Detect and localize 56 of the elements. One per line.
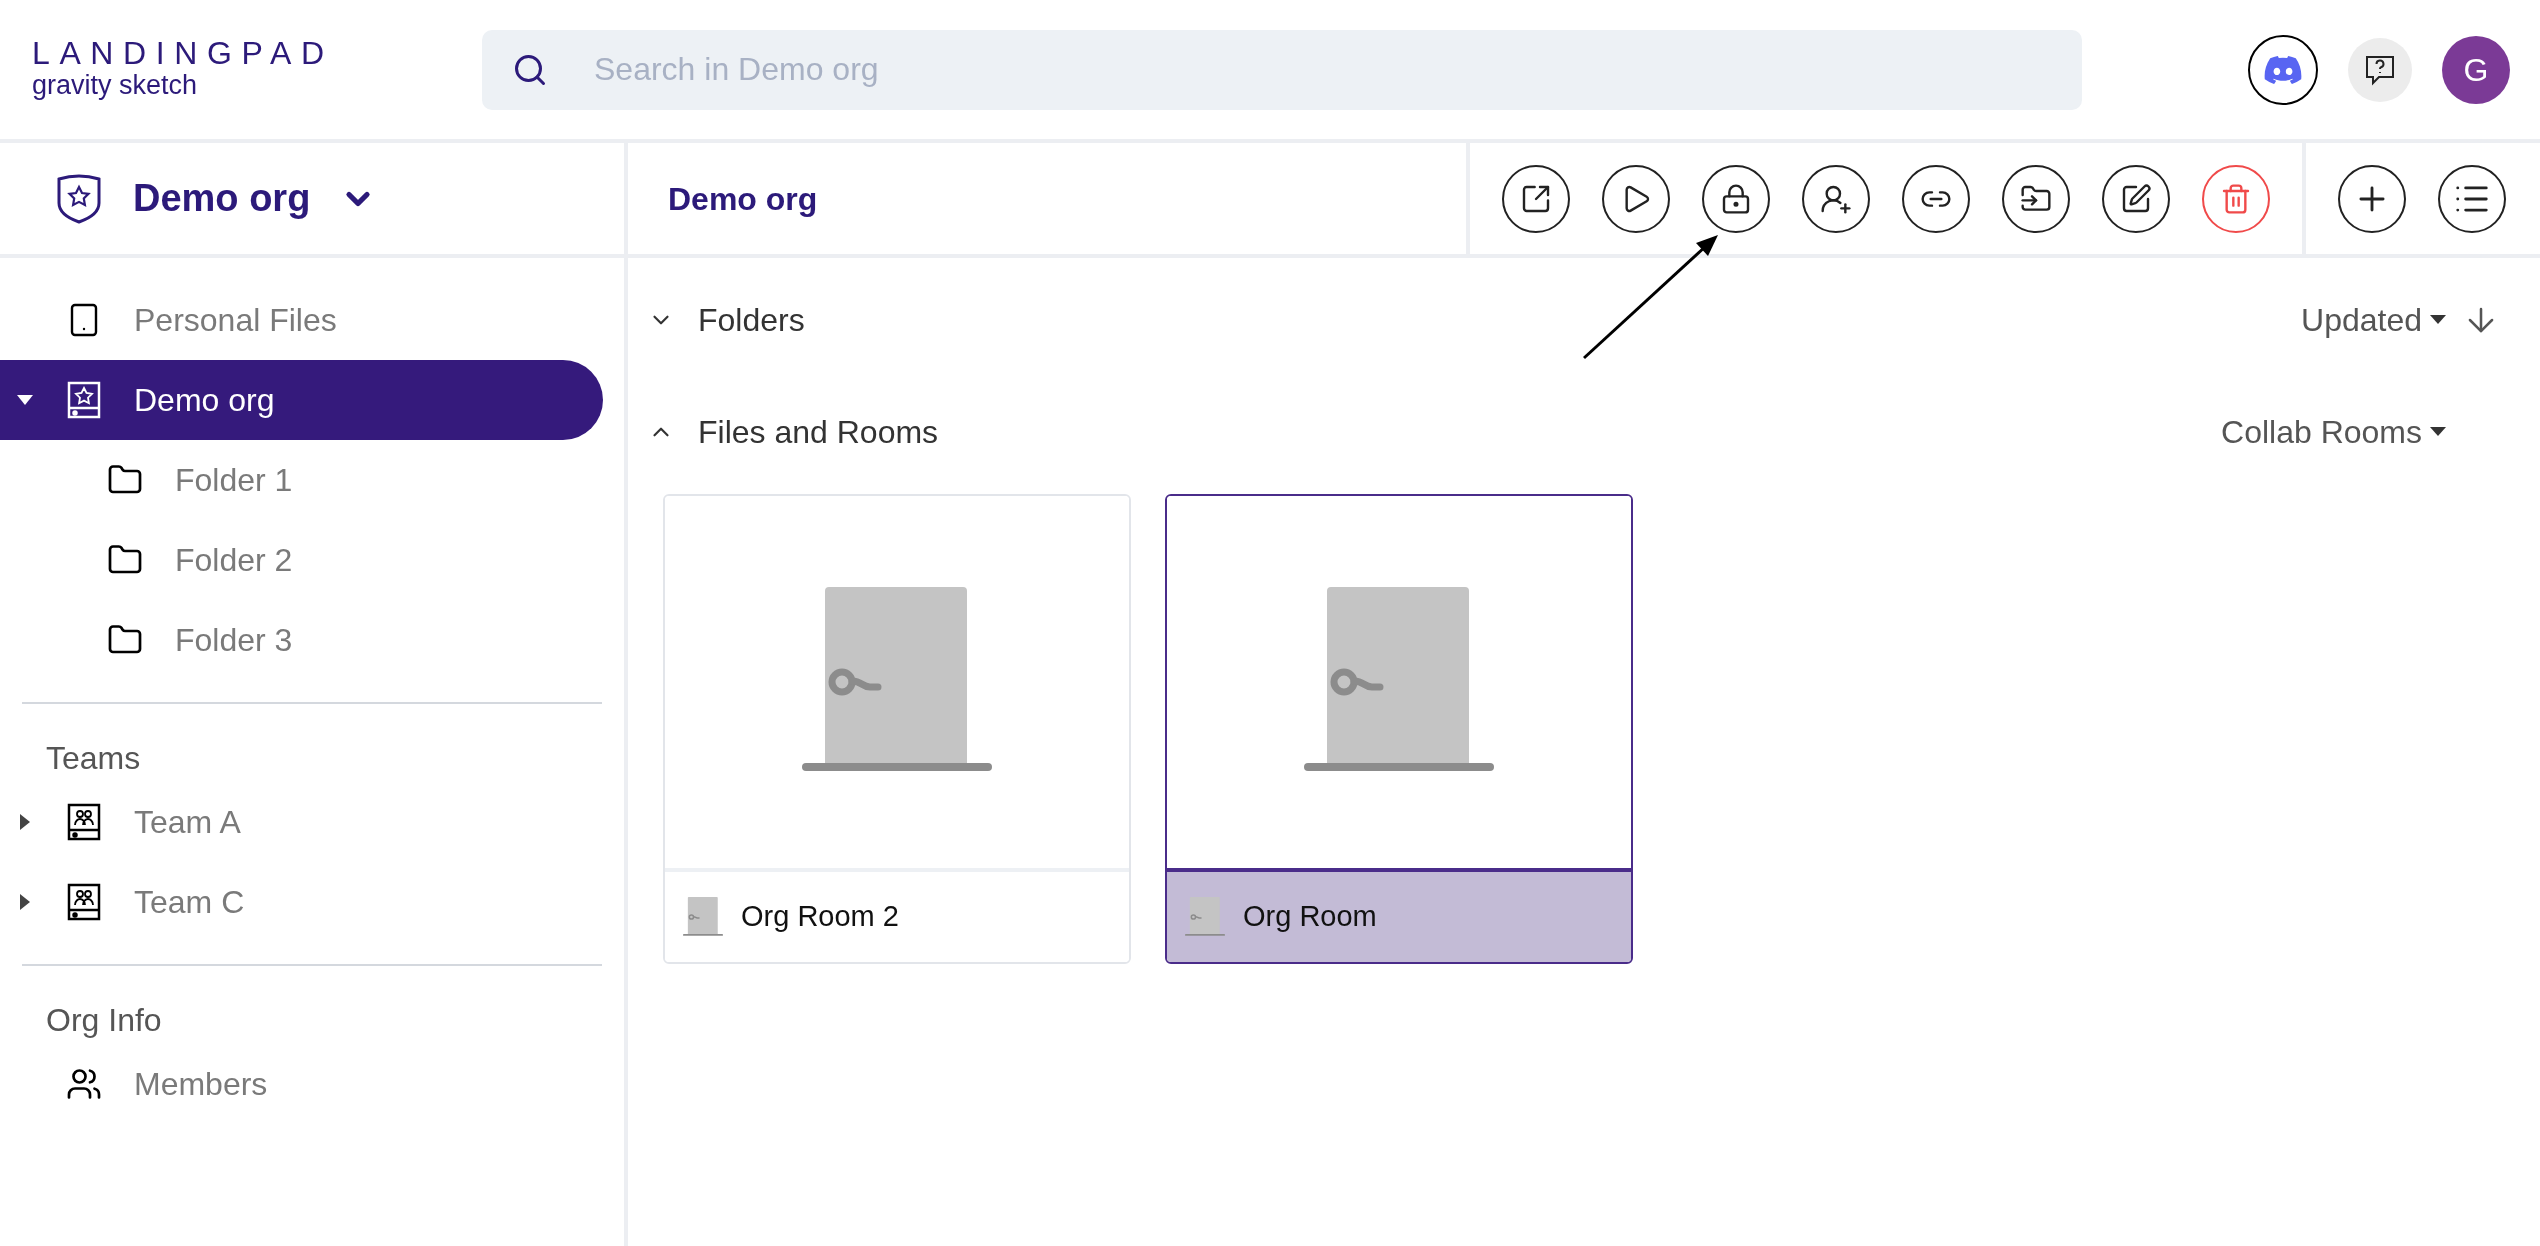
- room-card[interactable]: Org Room: [1165, 494, 1633, 964]
- help-icon: [2364, 53, 2396, 86]
- sidebar-item[interactable]: Folder 3: [0, 600, 603, 680]
- logo-title: LANDINGPAD: [32, 36, 335, 69]
- sidebar-item[interactable]: Team C: [0, 862, 603, 942]
- sidebar-item-label: Team C: [134, 883, 245, 922]
- users-icon: [66, 1066, 102, 1102]
- room-name: Org Room: [1243, 899, 1377, 935]
- sidebar-item-label: Demo org: [134, 381, 275, 420]
- sidebar-item-label: Team A: [134, 803, 241, 842]
- delete-button[interactable]: [2202, 164, 2270, 233]
- sidebar-item[interactable]: Demo org: [0, 360, 603, 440]
- caret-down-icon: [2430, 427, 2446, 437]
- dropdown-button[interactable]: Collab Rooms: [2221, 408, 2446, 456]
- room-name: Org Room 2: [741, 899, 899, 935]
- sidebar-item-label: Members: [134, 1065, 268, 1104]
- sidebar-item-label: Personal Files: [134, 301, 337, 340]
- door-icon: [683, 897, 723, 937]
- section-heading: Teams: [46, 739, 142, 778]
- dropdown-button[interactable]: Updated: [2301, 296, 2446, 344]
- move-to-folder-button[interactable]: [2002, 164, 2070, 233]
- add-button[interactable]: [2338, 164, 2406, 233]
- sidebar-item-label: Folder 1: [175, 461, 293, 500]
- open-external-button[interactable]: [1502, 164, 1570, 233]
- search-field[interactable]: Search in Demo org: [482, 29, 2082, 110]
- logo-subtitle: gravity sketch: [32, 68, 199, 102]
- rename-icon: [2120, 182, 2152, 215]
- sidebar-item[interactable]: Team A: [0, 782, 603, 862]
- section-heading: Org Info: [46, 1001, 163, 1040]
- star-box-icon: [67, 381, 101, 419]
- play-button[interactable]: [1602, 164, 1670, 233]
- page-title: Demo org: [668, 179, 818, 219]
- lock-button[interactable]: [1702, 164, 1770, 233]
- caret-down-icon: [2430, 315, 2446, 325]
- room-card[interactable]: Org Room 2: [663, 494, 1131, 964]
- add-user-button[interactable]: [1802, 164, 1870, 233]
- sidebar-item-label: Folder 2: [175, 541, 293, 580]
- link-button[interactable]: [1902, 164, 1970, 233]
- sidebar-item[interactable]: Personal Files: [0, 280, 603, 360]
- section-title: Files and Rooms: [698, 413, 939, 452]
- user-avatar[interactable]: G: [2442, 35, 2510, 104]
- delete-icon: [2220, 182, 2252, 215]
- team-box-icon: [67, 803, 101, 841]
- team-box-icon: [67, 883, 101, 921]
- edit-button[interactable]: [2102, 164, 2170, 233]
- door-icon: [1185, 897, 1225, 937]
- lock-icon: [1720, 182, 1752, 215]
- org-switcher[interactable]: Demo org: [0, 143, 624, 258]
- sidebar-item-label: Folder 3: [175, 621, 293, 660]
- list-view-button[interactable]: [2438, 164, 2506, 233]
- sidebar-item[interactable]: Folder 2: [0, 520, 603, 600]
- section-title: Folders: [698, 301, 805, 340]
- sidebar-item[interactable]: Folder 1: [0, 440, 603, 520]
- sidebar-item[interactable]: Members: [0, 1044, 603, 1124]
- discord-button[interactable]: [2248, 34, 2318, 105]
- shield-star-icon: [55, 172, 103, 225]
